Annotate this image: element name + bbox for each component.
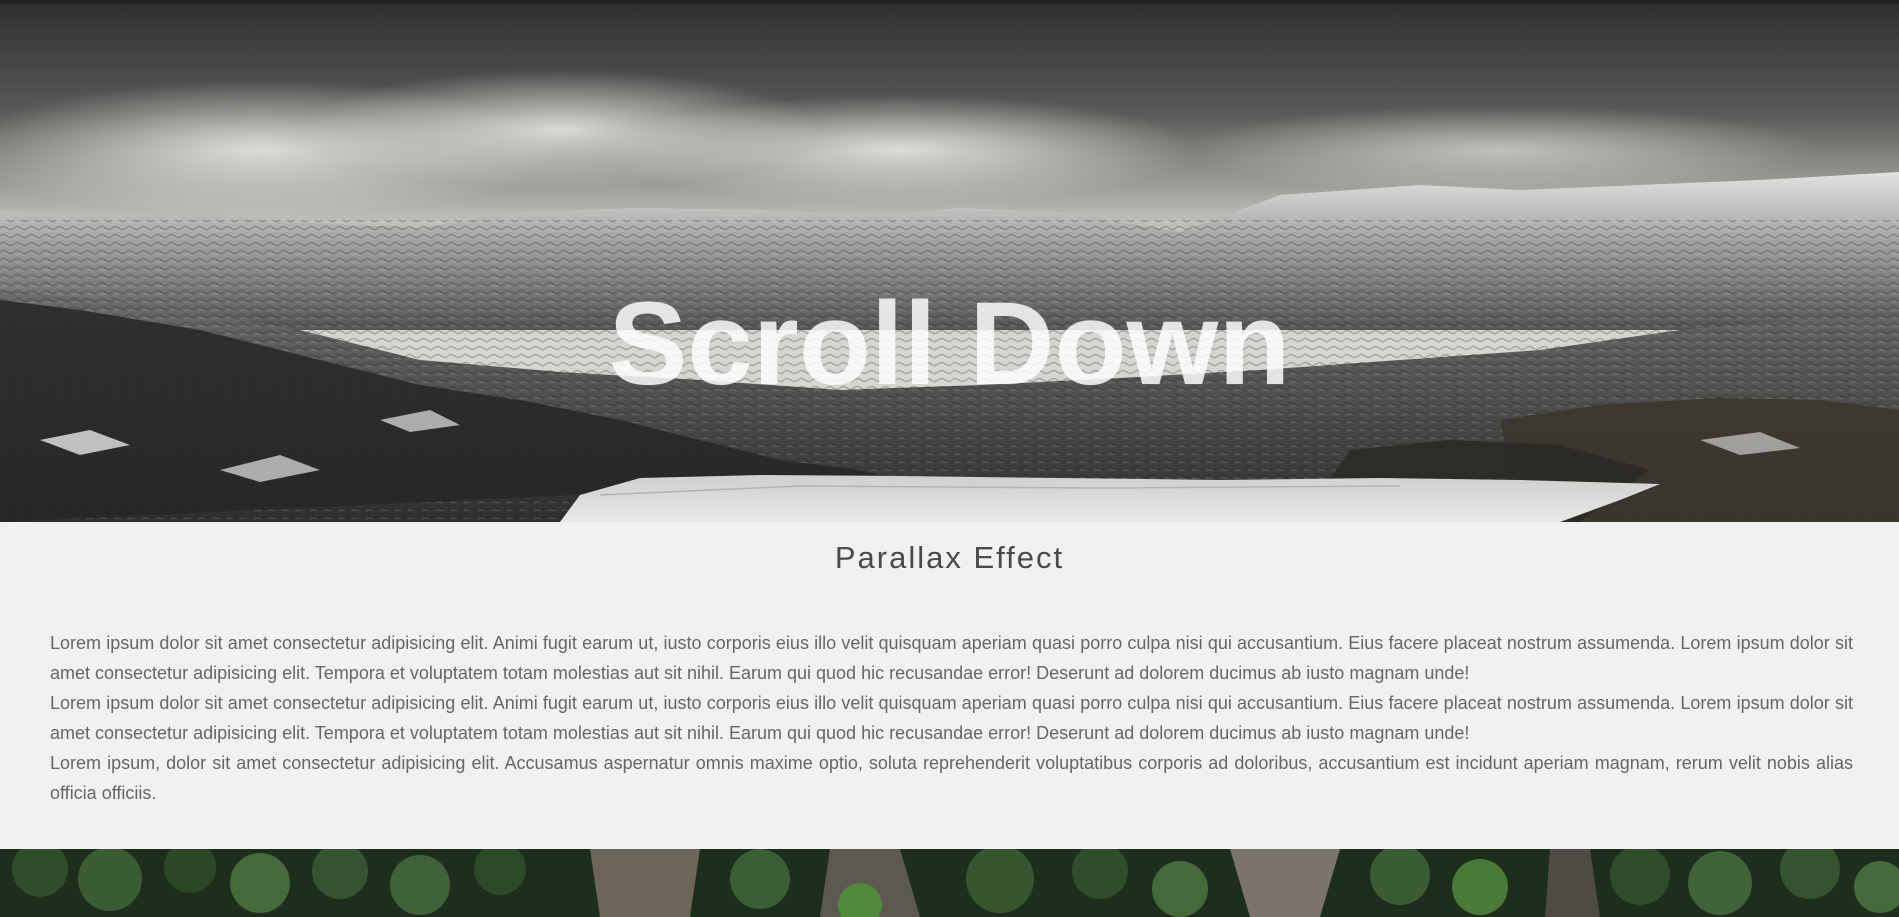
paragraph: Lorem ipsum dolor sit amet consectetur a… xyxy=(50,693,1853,743)
hero-title: Scroll Down xyxy=(608,278,1291,411)
hero-parallax-section: Scroll Down xyxy=(0,0,1899,522)
mountain-landscape-image xyxy=(0,0,1899,522)
section-heading: Parallax Effect xyxy=(834,540,1065,575)
content-section: Parallax Effect Lorem ipsum dolor sit am… xyxy=(0,522,1899,849)
paragraph: Lorem ipsum dolor sit amet consectetur a… xyxy=(50,633,1853,683)
forest-parallax-section xyxy=(0,849,1899,917)
paragraph: Lorem ipsum, dolor sit amet consectetur … xyxy=(50,753,1853,803)
page: Scroll Down Parallax Effect Lorem ipsum … xyxy=(0,0,1899,917)
forest-cliffs-image xyxy=(0,849,1899,917)
text-block: Lorem ipsum dolor sit amet consectetur a… xyxy=(50,628,1853,808)
